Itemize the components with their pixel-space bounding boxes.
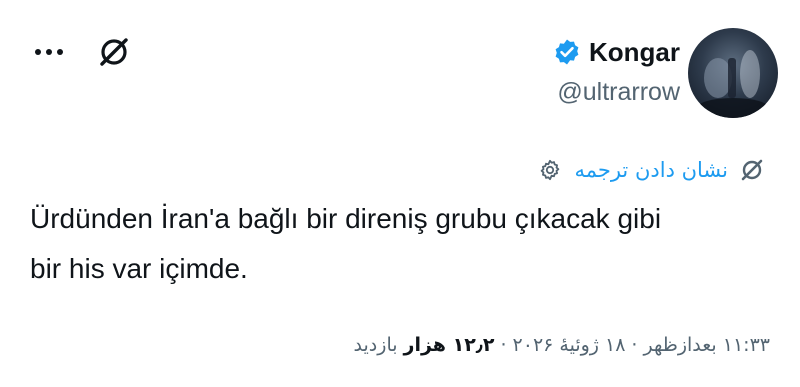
header-actions: [30, 32, 134, 72]
avatar[interactable]: [688, 28, 778, 118]
views-label: بازدید: [353, 334, 398, 356]
author-handle[interactable]: @ultrarrow: [553, 78, 680, 107]
verified-badge-icon: [553, 38, 581, 66]
views-count: ۱۲٫۲ هزار: [403, 334, 495, 356]
grok-translate-icon[interactable]: [738, 156, 766, 184]
tweet-card: Kongar @ultrarrow نشان دادن ترجمه Ürdünd…: [0, 0, 800, 387]
grok-icon[interactable]: [94, 32, 134, 72]
tweet-meta: ۱۱:۳۳ بعدازظهر · ۱۸ ژوئیهٔ ۲۰۲۶ · ۱۲٫۲ ه…: [354, 334, 770, 356]
author-display-name[interactable]: Kongar: [589, 37, 680, 68]
tweet-text: Ürdünden İran'a bağlı bir direniş grubu …: [30, 203, 662, 284]
tweet-date[interactable]: ۱۸ ژوئیهٔ ۲۰۲۶: [513, 334, 626, 356]
author-name-row: Kongar: [553, 32, 680, 72]
tweet-time[interactable]: ۱۱:۳۳ بعدازظهر: [643, 334, 770, 356]
show-translation-link[interactable]: نشان دادن ترجمه: [574, 158, 728, 182]
separator-dot: ·: [631, 334, 638, 356]
separator-dot: ·: [500, 334, 507, 356]
more-options-icon[interactable]: [30, 42, 68, 62]
gear-icon[interactable]: [536, 156, 564, 184]
author-block[interactable]: Kongar @ultrarrow: [553, 32, 680, 107]
show-translation-row[interactable]: نشان دادن ترجمه: [536, 156, 766, 184]
